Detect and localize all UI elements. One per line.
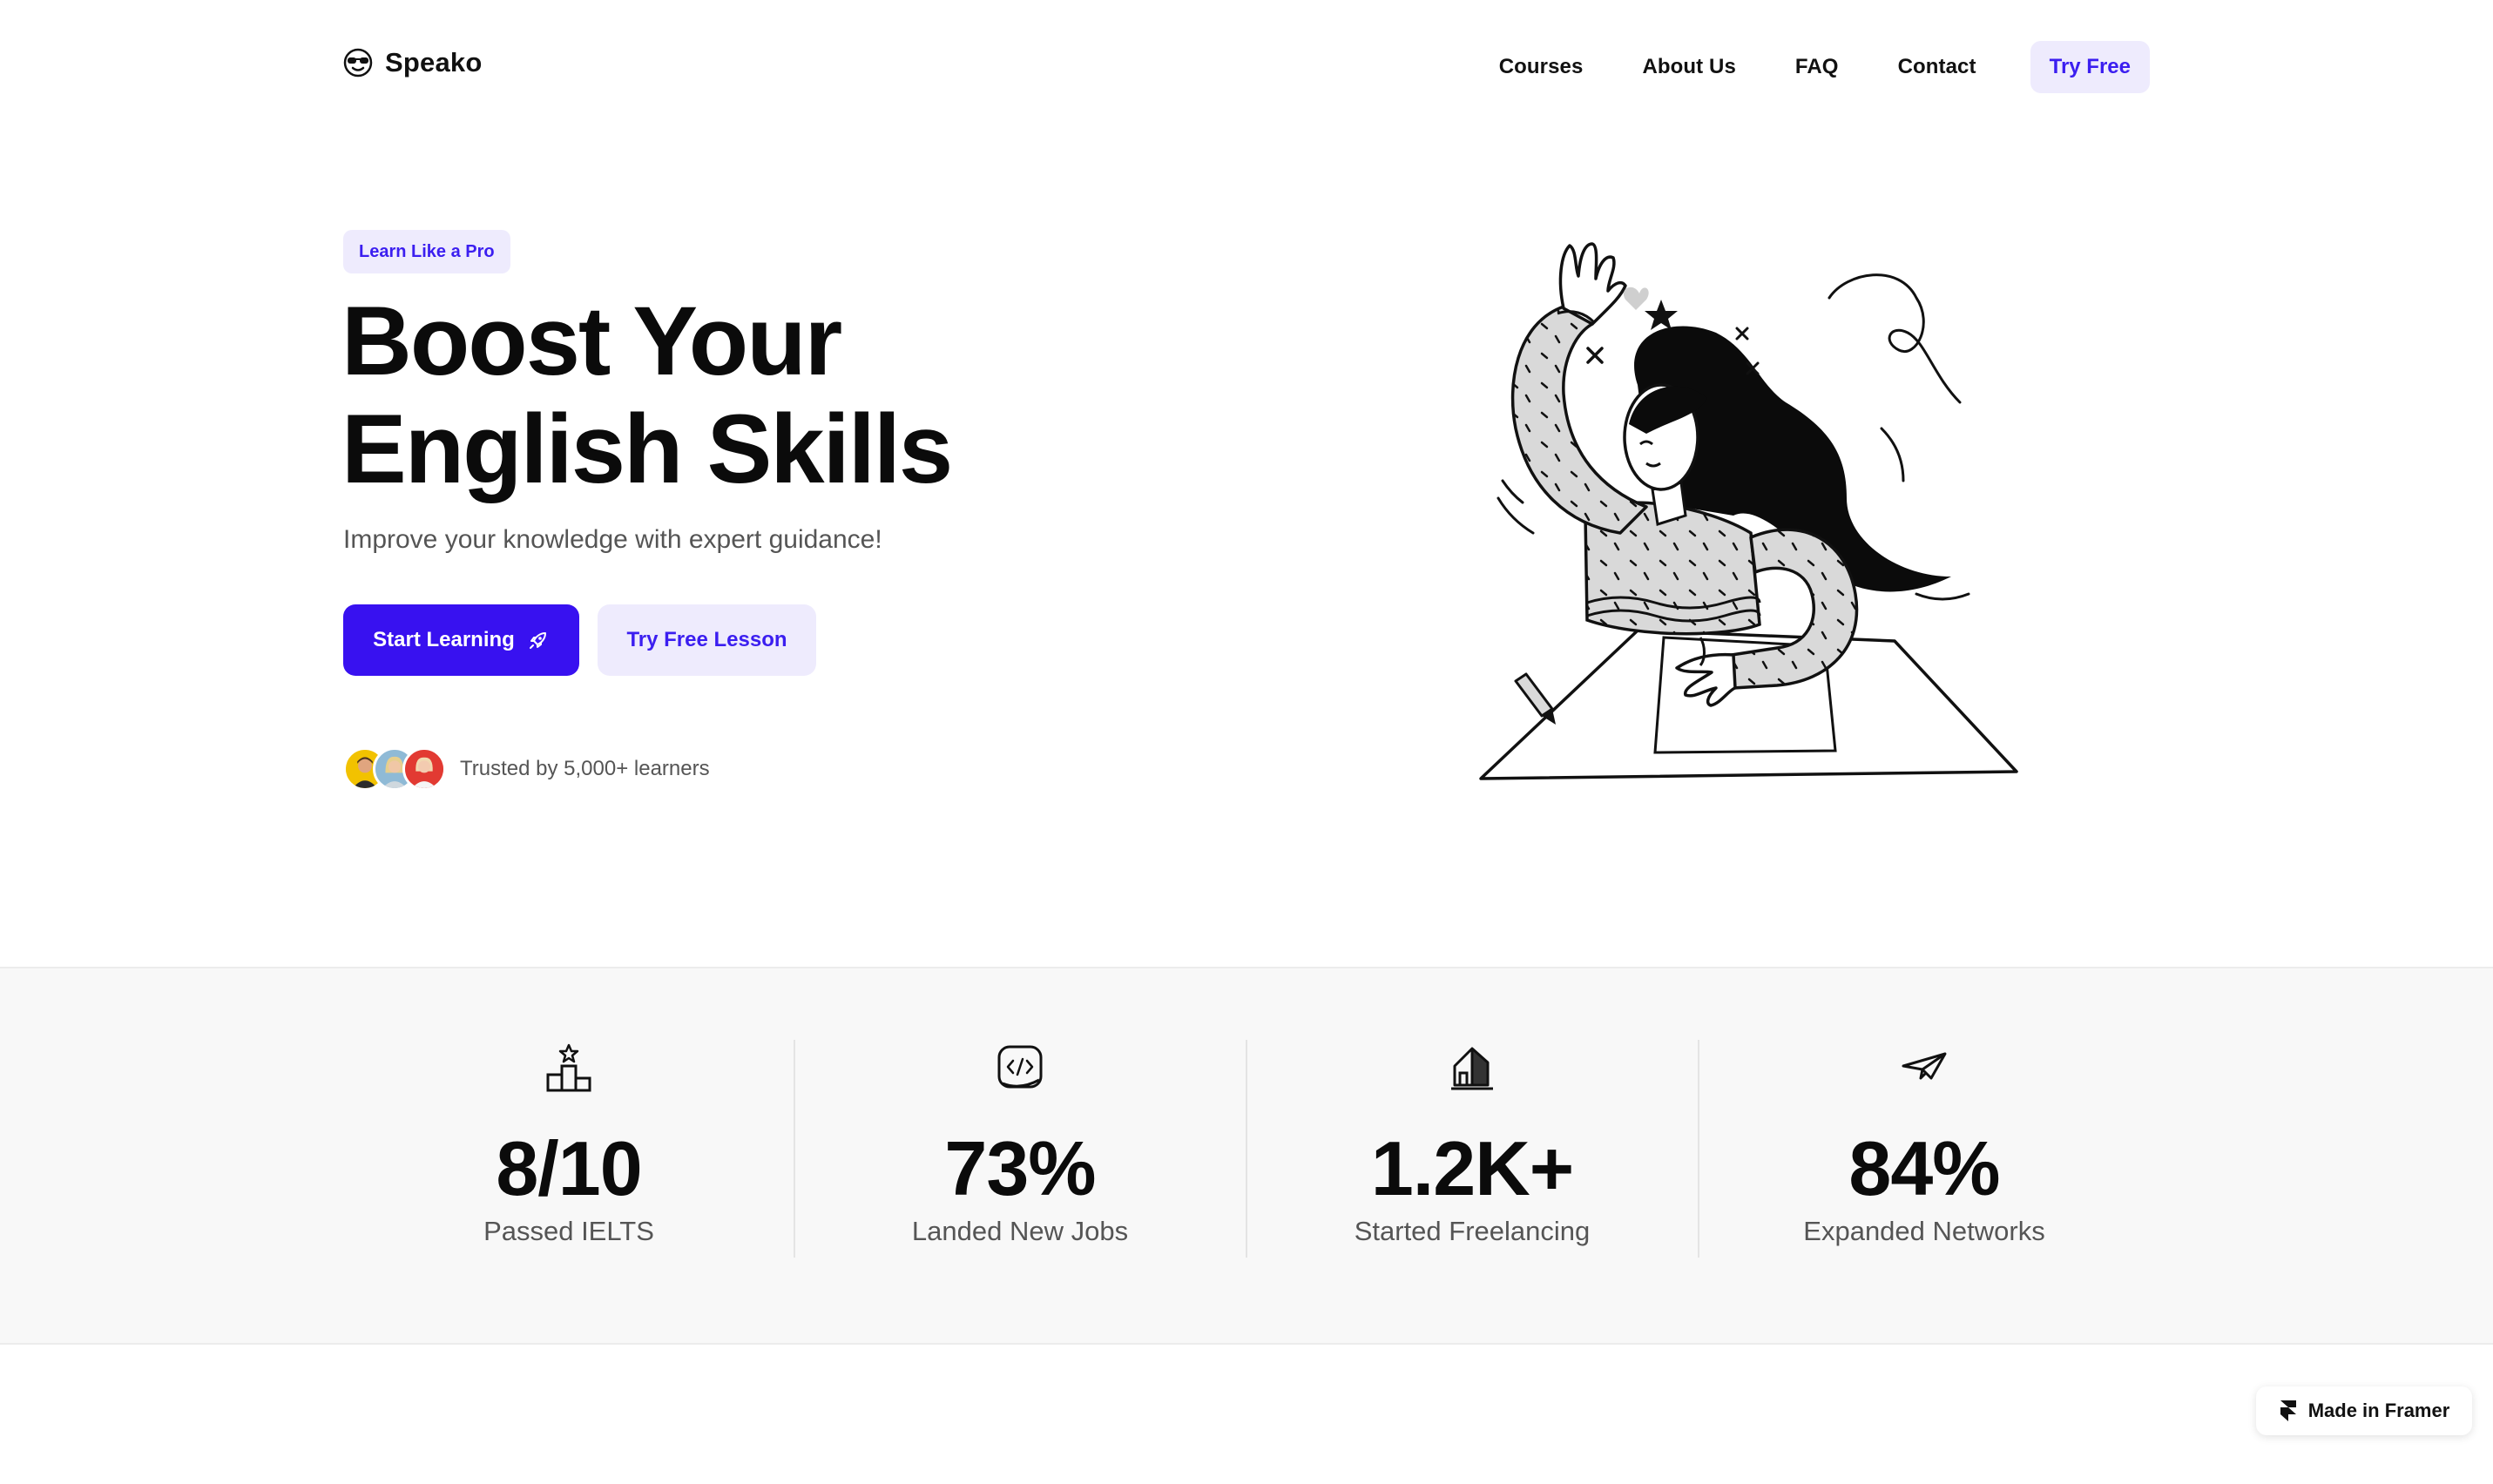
hero-title-line-2: English Skills (341, 395, 953, 503)
try-free-lesson-button[interactable]: Try Free Lesson (598, 604, 816, 676)
nav-link-courses[interactable]: Courses (1499, 55, 1584, 79)
made-in-framer-label: Made in Framer (2307, 1400, 2450, 1421)
trust-indicator: Trusted by 5,000+ learners (343, 747, 710, 791)
start-learning-label: Start Learning (373, 628, 515, 651)
made-in-framer-badge[interactable]: Made in Framer (2256, 1386, 2472, 1435)
nav-link-about-us[interactable]: About Us (1642, 55, 1735, 79)
top-navigation: Speako Courses About Us FAQ Contact Try … (0, 0, 2493, 134)
hero-badge: Learn Like a Pro (343, 230, 510, 273)
learner-avatars (343, 747, 446, 791)
stat-value: 1.2K+ (1370, 1125, 1574, 1211)
avatar (402, 747, 446, 791)
brand-logo[interactable]: Speako (343, 47, 482, 78)
sunglasses-face-icon (343, 48, 373, 78)
stat-label: Expanded Networks (1803, 1216, 2045, 1246)
pen-icon (1514, 672, 1556, 725)
student-waving-illustration (1479, 242, 2018, 780)
stat-expanded-networks: 84% Expanded Networks (1699, 1040, 2150, 1247)
stat-value: 73% (944, 1125, 1096, 1211)
brand-name: Speako (385, 47, 483, 78)
stat-value: 84% (1848, 1125, 2000, 1211)
stat-label: Passed IELTS (483, 1216, 654, 1246)
try-free-button[interactable]: Try Free (2030, 41, 2150, 93)
nav-link-faq[interactable]: FAQ (1795, 55, 1839, 79)
stat-started-freelancing: 1.2K+ Started Freelancing (1246, 1040, 1698, 1247)
hero-title-line-1: Boost Your (341, 287, 842, 395)
rocket-icon (529, 632, 546, 649)
start-learning-button[interactable]: Start Learning (343, 604, 579, 676)
house-icon (1451, 1047, 1493, 1090)
stat-value: 8/10 (496, 1125, 642, 1211)
stat-landed-new-jobs: 73% Landed New Jobs (794, 1040, 1246, 1247)
framer-logo-icon (2280, 1400, 2296, 1421)
podium-star-icon (546, 1043, 591, 1092)
paper-plane-icon (1902, 1052, 1947, 1080)
stats-section: 8/10 Passed IELTS 73% Landed New Jobs 1.… (0, 967, 2493, 1345)
nav-link-contact[interactable]: Contact (1898, 55, 1976, 79)
stat-passed-ielts: 8/10 Passed IELTS (343, 1040, 794, 1247)
hero-title: Boost Your English Skills (341, 287, 953, 503)
stat-label: Landed New Jobs (911, 1216, 1129, 1246)
nav-links: Courses About Us FAQ Contact Try Free (1499, 41, 2150, 93)
stat-label: Started Freelancing (1354, 1216, 1591, 1246)
code-icon (997, 1045, 1043, 1089)
trust-text: Trusted by 5,000+ learners (460, 757, 710, 780)
hero-subtitle: Improve your knowledge with expert guida… (343, 525, 882, 554)
